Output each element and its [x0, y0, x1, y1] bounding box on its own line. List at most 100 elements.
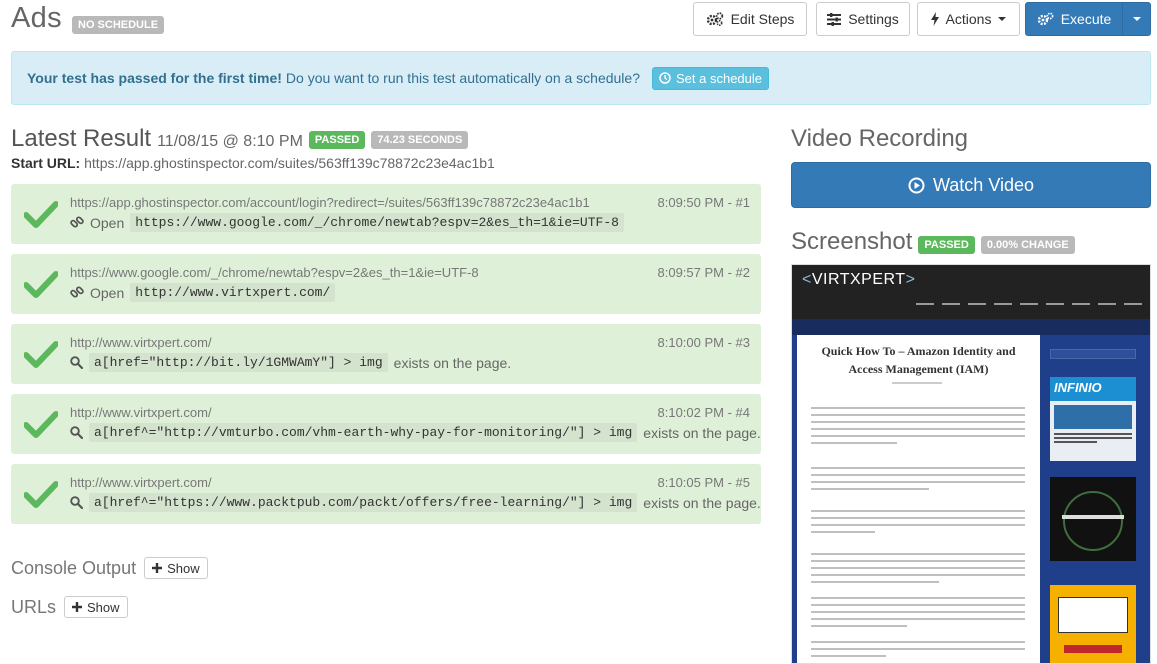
- sidebar-ad: [1050, 585, 1136, 663]
- article-paragraph: [811, 641, 1025, 662]
- test-step: https://www.google.com/_/chrome/newtab?e…: [11, 254, 761, 314]
- step-code: http://www.virtxpert.com/: [130, 283, 336, 302]
- watch-video-button[interactable]: Watch Video: [791, 162, 1151, 208]
- actions-dropdown[interactable]: Actions: [917, 2, 1020, 36]
- console-show-label: Show: [167, 560, 200, 576]
- ad-title: INFINIO: [1050, 377, 1136, 401]
- step-url: http://www.virtxpert.com/: [70, 335, 212, 350]
- step-url: https://app.ghostinspector.com/account/l…: [70, 195, 590, 210]
- step-url: http://www.virtxpert.com/: [70, 405, 212, 420]
- search-icon: [70, 496, 83, 509]
- step-command: a[href="http://bit.ly/1GMWAmY"] > img ex…: [70, 353, 511, 372]
- sliders-icon: [827, 12, 842, 26]
- latest-result-header: Latest Result 11/08/15 @ 8:10 PM PASSED …: [11, 125, 469, 153]
- search-icon: [70, 426, 83, 439]
- play-circle-icon: [908, 177, 925, 193]
- check-icon: [24, 411, 58, 438]
- step-time: 8:10:02 PM - #4: [657, 405, 751, 420]
- site-header: <VIRTXPERT>: [792, 265, 1150, 319]
- step-action: Open: [90, 214, 125, 231]
- test-step: http://www.virtxpert.com/ 8:10:02 PM - #…: [11, 394, 761, 454]
- clock-icon: [659, 72, 671, 84]
- settings-label: Settings: [848, 11, 899, 27]
- step-code: a[href^="http://vmturbo.com/vhm-earth-wh…: [89, 423, 638, 442]
- set-schedule-button[interactable]: Set a schedule: [652, 66, 770, 90]
- execute-options-toggle[interactable]: [1122, 2, 1151, 36]
- site-article: Quick How To – Amazon Identity and Acces…: [797, 335, 1040, 663]
- bolt-icon: [930, 12, 939, 26]
- plus-icon: [152, 563, 163, 573]
- screenshot-title: Screenshot: [791, 228, 913, 255]
- check-icon: [24, 341, 58, 368]
- console-output-title: Console Output: [11, 557, 137, 578]
- alert-strong-text: Your test has passed for the first time!: [27, 70, 282, 86]
- cogs-icon: [1037, 12, 1054, 26]
- settings-button[interactable]: Settings: [816, 2, 910, 36]
- step-time: 8:10:05 PM - #5: [657, 475, 751, 490]
- watch-video-label: Watch Video: [932, 174, 1035, 195]
- site-search: [1050, 349, 1136, 359]
- sidebar-ad: [1050, 477, 1136, 561]
- console-output-section: Console Output Show: [11, 557, 208, 579]
- step-assertion: exists on the page.: [393, 354, 512, 371]
- article-paragraph: [811, 510, 1025, 538]
- urls-show-button[interactable]: Show: [64, 596, 128, 618]
- site-sidebar: INFINIO: [1046, 335, 1146, 663]
- video-recording-title: Video Recording: [791, 125, 969, 152]
- test-step: http://www.virtxpert.com/ 8:10:05 PM - #…: [11, 464, 761, 524]
- caret-down-icon: [998, 17, 1007, 21]
- plus-icon: [72, 602, 83, 612]
- urls-title: URLs: [11, 596, 57, 617]
- alert-text: Do you want to run this test automatical…: [285, 70, 640, 86]
- result-status-badge: PASSED: [308, 131, 366, 149]
- set-schedule-label: Set a schedule: [676, 70, 763, 86]
- site-logo: <VIRTXPERT>: [802, 271, 916, 288]
- step-time: 8:09:57 PM - #2: [657, 265, 751, 280]
- step-code: a[href="http://bit.ly/1GMWAmY"] > img: [89, 353, 388, 372]
- link-icon: [70, 215, 84, 228]
- edit-steps-button[interactable]: Edit Steps: [693, 2, 807, 36]
- article-paragraph: [811, 407, 1025, 449]
- execute-label: Execute: [1060, 11, 1112, 27]
- cogs-icon: [706, 12, 723, 26]
- step-action: Open: [90, 284, 125, 301]
- check-icon: [24, 481, 58, 508]
- start-url-value: https://app.ghostinspector.com/suites/56…: [84, 155, 495, 171]
- step-assertion: exists on the page.: [643, 424, 761, 441]
- screenshot-image[interactable]: <VIRTXPERT> Quick How To – Amazon Identi…: [791, 264, 1151, 664]
- check-icon: [24, 271, 58, 298]
- article-meta: [892, 382, 942, 384]
- site-band: [792, 319, 1150, 335]
- step-code: https://www.google.com/_/chrome/newtab?e…: [130, 213, 624, 232]
- check-icon: [24, 201, 58, 228]
- step-url: https://www.google.com/_/chrome/newtab?e…: [70, 265, 479, 280]
- screenshot-status-badge: PASSED: [918, 236, 975, 254]
- console-show-button[interactable]: Show: [144, 557, 208, 579]
- step-command: Open https://www.google.com/_/chrome/new…: [70, 213, 624, 232]
- step-command: a[href^="https://www.packtpub.com/packt/…: [70, 493, 761, 512]
- site-nav: [916, 303, 1142, 305]
- step-assertion: exists on the page.: [643, 494, 761, 511]
- step-command: a[href^="http://vmturbo.com/vhm-earth-wh…: [70, 423, 761, 442]
- step-code: a[href^="https://www.packtpub.com/packt/…: [89, 493, 638, 512]
- step-time: 8:10:00 PM - #3: [657, 335, 751, 350]
- step-time: 8:09:50 PM - #1: [657, 195, 751, 210]
- edit-steps-label: Edit Steps: [730, 11, 795, 27]
- result-date: 11/08/15 @ 8:10 PM: [157, 133, 303, 150]
- screenshot-change-badge: 0.00% CHANGE: [980, 236, 1075, 254]
- article-paragraph: [811, 597, 1025, 632]
- article-title: Quick How To – Amazon Identity and Acces…: [821, 344, 1016, 376]
- start-url-label: Start URL:: [11, 155, 81, 171]
- actions-label: Actions: [945, 11, 992, 27]
- urls-show-label: Show: [87, 599, 120, 615]
- link-icon: [70, 285, 84, 298]
- execute-button[interactable]: Execute: [1025, 2, 1123, 36]
- result-duration-badge: 74.23 SECONDS: [371, 131, 469, 149]
- start-url-line: Start URL: https://app.ghostinspector.co…: [11, 155, 495, 171]
- first-pass-alert: Your test has passed for the first time!…: [11, 51, 1151, 105]
- test-step: https://app.ghostinspector.com/account/l…: [11, 184, 761, 244]
- sidebar-ad: INFINIO: [1050, 377, 1136, 461]
- screenshot-header: Screenshot PASSED 0.00% CHANGE: [791, 228, 1075, 256]
- search-icon: [70, 356, 83, 369]
- schedule-badge: NO SCHEDULE: [72, 16, 165, 34]
